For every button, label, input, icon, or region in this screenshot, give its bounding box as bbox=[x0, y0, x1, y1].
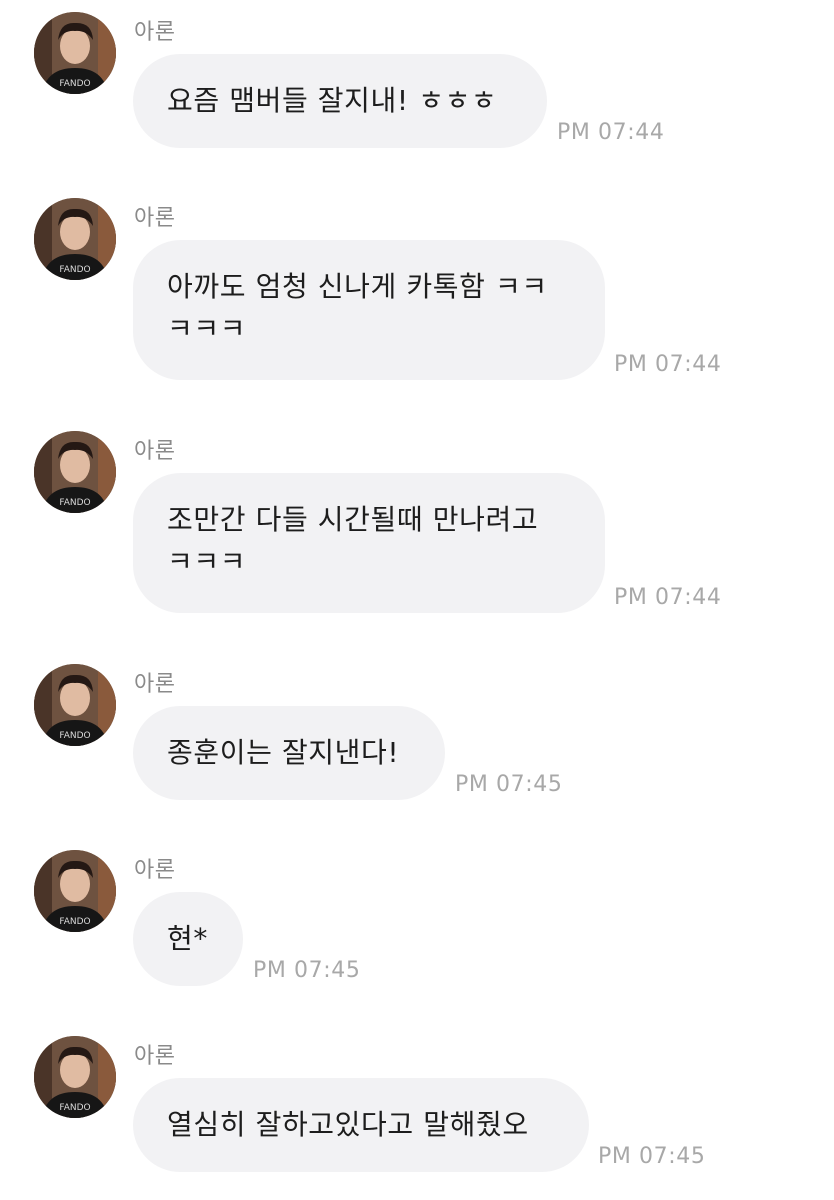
avatar[interactable]: FANDO bbox=[34, 664, 116, 746]
svg-text:FANDO: FANDO bbox=[59, 731, 90, 741]
avatar[interactable]: FANDO bbox=[34, 850, 116, 932]
message-bubble[interactable]: 조만간 다들 시간될때 만나려고 ㅋㅋㅋ bbox=[133, 473, 605, 613]
sender-name: 아론 bbox=[134, 20, 176, 45]
avatar[interactable]: FANDO bbox=[34, 198, 116, 280]
svg-text:FANDO: FANDO bbox=[59, 917, 90, 927]
sender-name: 아론 bbox=[134, 858, 176, 883]
message-row: FANDO 아론 요즘 맴버들 잘지내! ㅎㅎㅎ PM 07:44 bbox=[0, 0, 834, 170]
chat-thread: FANDO 아론 요즘 맴버들 잘지내! ㅎㅎㅎ PM 07:44 FANDO … bbox=[0, 0, 834, 1200]
message-time: PM 07:44 bbox=[614, 585, 722, 610]
profile-photo-icon: FANDO bbox=[34, 198, 116, 280]
message-bubble[interactable]: 현* bbox=[133, 892, 243, 986]
message-row: FANDO 아론 아까도 엄청 신나게 카톡함 ㅋㅋ ㅋㅋㅋ PM 07:44 bbox=[0, 186, 834, 406]
message-time: PM 07:44 bbox=[614, 352, 722, 377]
profile-photo-icon: FANDO bbox=[34, 1036, 116, 1118]
profile-photo-icon: FANDO bbox=[34, 431, 116, 513]
svg-text:FANDO: FANDO bbox=[59, 79, 90, 89]
message-row: FANDO 아론 종훈이는 잘지낸다! PM 07:45 bbox=[0, 652, 834, 822]
svg-text:FANDO: FANDO bbox=[59, 265, 90, 275]
message-bubble[interactable]: 요즘 맴버들 잘지내! ㅎㅎㅎ bbox=[133, 54, 547, 148]
message-row: FANDO 아론 현* PM 07:45 bbox=[0, 838, 834, 1008]
message-bubble[interactable]: 아까도 엄청 신나게 카톡함 ㅋㅋ ㅋㅋㅋ bbox=[133, 240, 605, 380]
message-row: FANDO 아론 조만간 다들 시간될때 만나려고 ㅋㅋㅋ PM 07:44 bbox=[0, 419, 834, 639]
message-time: PM 07:45 bbox=[253, 958, 361, 983]
sender-name: 아론 bbox=[134, 206, 176, 231]
message-row: FANDO 아론 열심히 잘하고있다고 말해줬오 PM 07:45 bbox=[0, 1024, 834, 1200]
sender-name: 아론 bbox=[134, 1044, 176, 1069]
svg-text:FANDO: FANDO bbox=[59, 1103, 90, 1113]
svg-text:FANDO: FANDO bbox=[59, 498, 90, 508]
profile-photo-icon: FANDO bbox=[34, 850, 116, 932]
sender-name: 아론 bbox=[134, 672, 176, 697]
sender-name: 아론 bbox=[134, 439, 176, 464]
profile-photo-icon: FANDO bbox=[34, 12, 116, 94]
message-time: PM 07:45 bbox=[598, 1144, 706, 1169]
avatar[interactable]: FANDO bbox=[34, 431, 116, 513]
message-bubble[interactable]: 열심히 잘하고있다고 말해줬오 bbox=[133, 1078, 589, 1172]
message-time: PM 07:45 bbox=[455, 772, 563, 797]
avatar[interactable]: FANDO bbox=[34, 1036, 116, 1118]
avatar[interactable]: FANDO bbox=[34, 12, 116, 94]
message-time: PM 07:44 bbox=[557, 120, 665, 145]
message-bubble[interactable]: 종훈이는 잘지낸다! bbox=[133, 706, 445, 800]
profile-photo-icon: FANDO bbox=[34, 664, 116, 746]
